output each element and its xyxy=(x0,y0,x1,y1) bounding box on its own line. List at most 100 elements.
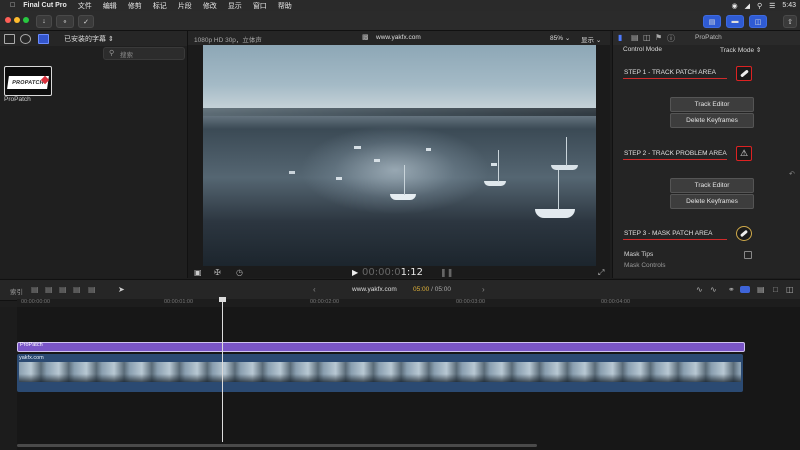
display-menu[interactable]: 显示 ⌄ xyxy=(581,34,601,44)
record-icon[interactable]: ◉ xyxy=(731,2,737,10)
play-button[interactable]: ▶ xyxy=(352,268,358,277)
video-boat xyxy=(354,146,361,149)
title-clip-label: ProPatch xyxy=(20,342,43,348)
video-boat-mast xyxy=(404,165,405,195)
title-clip[interactable]: ProPatch xyxy=(17,342,745,352)
index-button[interactable]: 索引 xyxy=(10,286,23,296)
browser-layout-button[interactable]: ▤ xyxy=(703,15,721,28)
timeline-scrollbar[interactable] xyxy=(17,444,537,447)
fullscreen-icon[interactable]: ⤢ xyxy=(598,268,604,278)
video-boat xyxy=(336,177,342,180)
inspector-tabs: ▮ ▤ ◫ ⚑ ⓘ ProPatch xyxy=(613,31,800,45)
zoom-window-button[interactable] xyxy=(23,17,29,23)
ruler-mark: 00:00:01:00 xyxy=(164,299,194,305)
menu-trim[interactable]: 修剪 xyxy=(128,1,142,11)
inspector-layout-button[interactable]: ◫ xyxy=(749,15,767,28)
menu-help[interactable]: 帮助 xyxy=(278,1,292,11)
minimize-window-button[interactable] xyxy=(14,17,20,23)
mask-tips-label: Mask Tips xyxy=(624,251,654,258)
ruler-mark: 00:00:04:00 xyxy=(601,299,631,305)
solo-toggle[interactable] xyxy=(740,286,750,293)
edit-append-icon[interactable]: ▤ xyxy=(59,285,67,294)
enhance-tool-icon[interactable]: ✠ xyxy=(214,268,221,277)
step2-label: STEP 2 - TRACK PROBLEM AREA xyxy=(624,150,727,157)
video-inspector-icon[interactable]: ◫ xyxy=(643,33,651,42)
search-menu-icon[interactable]: ⚲ xyxy=(757,2,762,10)
clock[interactable]: 5:43 xyxy=(782,2,796,9)
video-clip-label: yakfx.com xyxy=(19,355,44,361)
menu-file[interactable]: 文件 xyxy=(78,1,92,11)
audio-meter-icon: ❚❚ xyxy=(440,268,454,277)
apple-icon[interactable]:  xyxy=(10,2,15,9)
color-inspector-icon[interactable]: ⚑ xyxy=(655,33,662,42)
photos-audio-icon[interactable] xyxy=(20,34,31,44)
control-mode-select[interactable]: Track Mode ⇕ xyxy=(720,46,761,54)
search-field[interactable]: ⚲ 搜索 xyxy=(103,47,185,60)
delete-keyframes-button-1[interactable]: Delete Keyframes xyxy=(670,113,754,128)
zoom-menu[interactable]: 85% ⌄ xyxy=(550,34,570,42)
select-tool-icon[interactable]: ➤ xyxy=(118,285,125,294)
warning-icon: ⚠ xyxy=(736,146,752,161)
step1-label: STEP 1 - TRACK PATCH AREA xyxy=(624,69,716,76)
track-editor-button-1[interactable]: Track Editor xyxy=(670,97,754,112)
scroll-arrow-icon: ↶ xyxy=(789,171,795,178)
browser-layout-icon: ▤ xyxy=(708,18,716,26)
info-inspector-icon[interactable]: ⓘ xyxy=(667,33,675,44)
share-button[interactable]: ⇧ xyxy=(783,15,797,28)
background-tasks-button[interactable]: ✓ xyxy=(78,15,94,28)
playhead[interactable] xyxy=(222,299,223,442)
audio-waveform-icon[interactable]: ∿ xyxy=(696,285,703,294)
timecode-bright: 1:12 xyxy=(400,267,424,278)
step2-underline xyxy=(623,159,727,160)
transform-tool-icon[interactable]: ▣ xyxy=(194,268,202,277)
transitions-browser-icon[interactable]: ◫ xyxy=(786,285,794,294)
track-editor-button-2[interactable]: Track Editor xyxy=(670,178,754,193)
thumbnail-caption: ProPatch xyxy=(4,96,31,103)
menu-view[interactable]: 显示 xyxy=(228,1,242,11)
edit-overwrite-icon[interactable]: ▤ xyxy=(73,285,81,294)
forward-arrow-icon[interactable]: › xyxy=(482,285,485,294)
step3-underline xyxy=(623,239,727,240)
video-boat xyxy=(535,209,575,218)
playhead-handle[interactable] xyxy=(219,297,226,302)
title-inspector-icon[interactable]: ▮ xyxy=(618,33,622,42)
menu-edit[interactable]: 编辑 xyxy=(103,1,117,11)
video-filmstrip-shade xyxy=(19,374,741,382)
keywords-button[interactable]: ⚬ xyxy=(56,15,74,28)
menu-mark[interactable]: 标记 xyxy=(153,1,167,11)
title-thumbnail[interactable]: PROPATCH xyxy=(4,66,52,96)
menu-modify[interactable]: 修改 xyxy=(203,1,217,11)
import-icon: ↓ xyxy=(42,18,46,25)
control-mode-value: Track Mode xyxy=(720,47,755,54)
menu-window[interactable]: 窗口 xyxy=(253,1,267,11)
import-button[interactable]: ↓ xyxy=(36,15,52,28)
ruler-mark: 00:00:02:00 xyxy=(310,299,340,305)
snapping-icon[interactable]: ∿ xyxy=(710,285,717,294)
project-name[interactable]: www.yakfx.com xyxy=(352,286,397,293)
menu-clip[interactable]: 片段 xyxy=(178,1,192,11)
edit-insert-icon[interactable]: ▤ xyxy=(45,285,53,294)
wifi-icon[interactable]: ◢ xyxy=(745,2,750,10)
library-selector[interactable]: 已安装的字幕 ⇕ xyxy=(64,34,114,44)
delete-keyframes-button-2[interactable]: Delete Keyframes xyxy=(670,194,754,209)
browser-header: 已安装的字幕 ⇕ xyxy=(0,31,187,46)
clip-appearance-icon[interactable]: ▤ xyxy=(757,285,765,294)
speed-tool-icon[interactable]: ◷ xyxy=(236,268,243,277)
menu-app-name[interactable]: Final Cut Pro xyxy=(23,2,67,9)
edit-options-icon[interactable]: ▤ xyxy=(88,285,96,294)
headphones-icon[interactable]: ⚭ xyxy=(728,285,735,294)
timeline-layout-button[interactable]: ▬ xyxy=(726,15,744,28)
media-library-icon[interactable] xyxy=(4,34,15,44)
text-inspector-icon[interactable]: ▤ xyxy=(631,33,639,42)
inspector-title: ProPatch xyxy=(695,34,722,41)
timeline-layout-icon: ▬ xyxy=(731,18,739,25)
thumbnail-badge-text: PROPATCH xyxy=(11,79,45,86)
back-arrow-icon[interactable]: ‹ xyxy=(313,285,316,294)
menu-bar:  Final Cut Pro 文件 编辑 修剪 标记 片段 修改 显示 窗口 … xyxy=(0,0,800,11)
control-center-icon[interactable]: ☰ xyxy=(769,2,775,10)
mask-tips-checkbox[interactable] xyxy=(744,251,752,259)
titles-generators-icon[interactable] xyxy=(38,34,49,44)
effects-browser-icon[interactable]: □ xyxy=(773,285,778,294)
edit-connect-icon[interactable]: ▤ xyxy=(31,285,39,294)
close-window-button[interactable] xyxy=(5,17,11,23)
